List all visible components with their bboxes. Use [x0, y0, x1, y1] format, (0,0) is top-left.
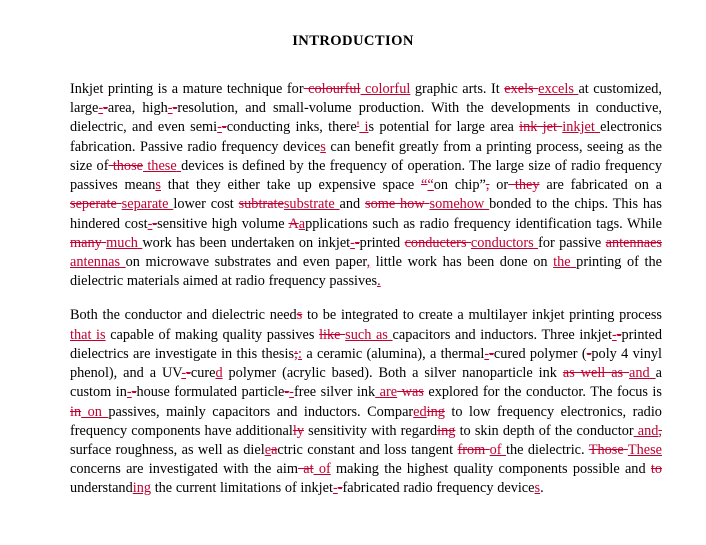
text-run: free silver ink [293, 384, 376, 401]
text-run: to be integrated to create a multilayer … [302, 307, 662, 324]
text-run: for passive [538, 234, 606, 251]
text-run: . [540, 480, 544, 497]
deleted-text-run: antennaes [605, 234, 662, 251]
text-run: sensitive high volume [157, 215, 289, 232]
inserted-text-run: inkjet [562, 119, 595, 136]
inserted-text-run: . [377, 273, 381, 290]
inserted-text-run: somehow [429, 196, 485, 213]
text-run: cured polymer ( [493, 345, 587, 362]
inserted-text-run: these [143, 157, 177, 174]
text-run: house formulated particle [136, 384, 285, 401]
inserted-text-run: separate [121, 196, 169, 213]
text-run: fabricated radio frequency device [342, 480, 535, 497]
inserted-text-run: ing [132, 480, 152, 497]
text-run: cure [190, 365, 216, 382]
deleted-text-run: those [108, 157, 143, 174]
deleted-text-run: ing [426, 403, 445, 420]
text-run: that they either take up expensive space [161, 177, 422, 194]
text-run: the dielectric. [505, 441, 589, 458]
deleted-text-run: exels [504, 81, 534, 97]
text-run: s potential for large area [368, 119, 520, 136]
inserted-text-run: that is [70, 326, 106, 343]
deleted-text-run: from [457, 441, 486, 458]
deleted-text-run: like [319, 326, 341, 343]
deleted-text-run: conducters [404, 234, 467, 251]
text-run: understand [70, 480, 133, 497]
page-title: INTRODUCTION [292, 33, 414, 49]
inserted-text-run: and [633, 422, 659, 439]
text-run: printed [359, 234, 405, 251]
deleted-text-run: , [658, 422, 662, 439]
text-run: are fabricated on a [539, 177, 662, 194]
inserted-text-run: d [215, 365, 223, 382]
text-run: capable of making quality passives [105, 326, 320, 343]
text-run: surface roughness, as well as diel [70, 441, 265, 458]
text-run: explored for the conductor. The focus is [423, 384, 662, 401]
deleted-text-run: ing [437, 422, 456, 439]
inserted-text-run: substrate [283, 196, 335, 213]
paragraph-1: Inkjet printing is a mature technique fo… [70, 80, 662, 291]
text-run: conducting inks, there [226, 119, 357, 136]
deleted-text-run: ink jet [519, 119, 557, 136]
deleted-text-run: many [70, 234, 102, 251]
deleted-text-run: Those [588, 441, 624, 458]
text-run: concerns are investigated with the aim [70, 461, 298, 478]
inserted-text-run: antennas [70, 253, 121, 270]
inserted-text-run: and [629, 365, 650, 382]
text-run: capacitors and inductors. Three inkjet [392, 326, 612, 343]
inserted-text-run: conductors [470, 234, 534, 251]
inserted-text-run: of [489, 441, 502, 458]
text-run: a ceramic (alumina), a thermal [302, 345, 485, 362]
text-run: work has been undertaken on inkjet [142, 234, 351, 251]
text-run: Both the conductor and dielectric need [70, 307, 297, 324]
document-body: Inkjet printing is a mature technique fo… [0, 80, 706, 499]
inserted-text-run: These [627, 441, 662, 458]
inserted-text-run: the [553, 253, 571, 270]
text-run: passives, mainly capacitors and inductor… [108, 403, 414, 420]
deleted-text-run: ly [292, 422, 304, 439]
deleted-text-run: to [650, 461, 662, 478]
text-run: and [339, 196, 366, 213]
text-run: making the highest quality components po… [330, 461, 651, 478]
text-run: polymer (acrylic based). Both a silver n… [222, 365, 563, 382]
text-run: to skin depth of the conductor [455, 422, 634, 439]
text-run: the current limitations of inkjet [151, 480, 333, 497]
inserted-text-run: on [81, 403, 102, 420]
text-run: graphic arts. It [410, 81, 505, 97]
text-run: ctric constant and loss tangent [277, 441, 458, 458]
inserted-text-run: colorful [360, 81, 411, 97]
inserted-text-run: ed [413, 403, 427, 420]
deleted-text-run: they [508, 177, 540, 194]
inserted-text-run: are [375, 384, 398, 401]
text-run: on chip” [433, 177, 486, 194]
deleted-text-run: colourful [303, 81, 361, 97]
deleted-text-run: A [288, 215, 299, 232]
inserted-text-run: much [106, 234, 138, 251]
deleted-text-run: at [298, 461, 314, 478]
text-run: Inkjet printing is a mature technique fo… [70, 81, 304, 97]
text-run: little work has been done on [370, 253, 554, 270]
text-run: pplications such as radio frequency iden… [305, 215, 662, 232]
deleted-text-run: some how [365, 196, 425, 213]
deleted-text-run: subtrate [238, 196, 284, 213]
deleted-text-run: in [70, 403, 82, 420]
document-page: INTRODUCTION Inkjet printing is a mature… [0, 0, 706, 545]
text-run: lower cost [173, 196, 239, 213]
deleted-text-run: seperate [70, 196, 117, 213]
deleted-text-run: as well as [562, 365, 624, 382]
paragraph-2: Both the conductor and dielectric needs … [70, 306, 662, 498]
inserted-text-run: excels [538, 81, 574, 97]
deleted-text-run: was [397, 384, 424, 401]
text-run: sensitivity with regard [303, 422, 438, 439]
inserted-text-run: such as [345, 326, 388, 343]
text-run: on microwave substrates and even paper [125, 253, 367, 270]
text-run: area, high [107, 100, 168, 117]
inserted-text-run: i [359, 119, 369, 136]
text-run: or [489, 177, 509, 194]
inserted-text-run: of [313, 461, 331, 478]
